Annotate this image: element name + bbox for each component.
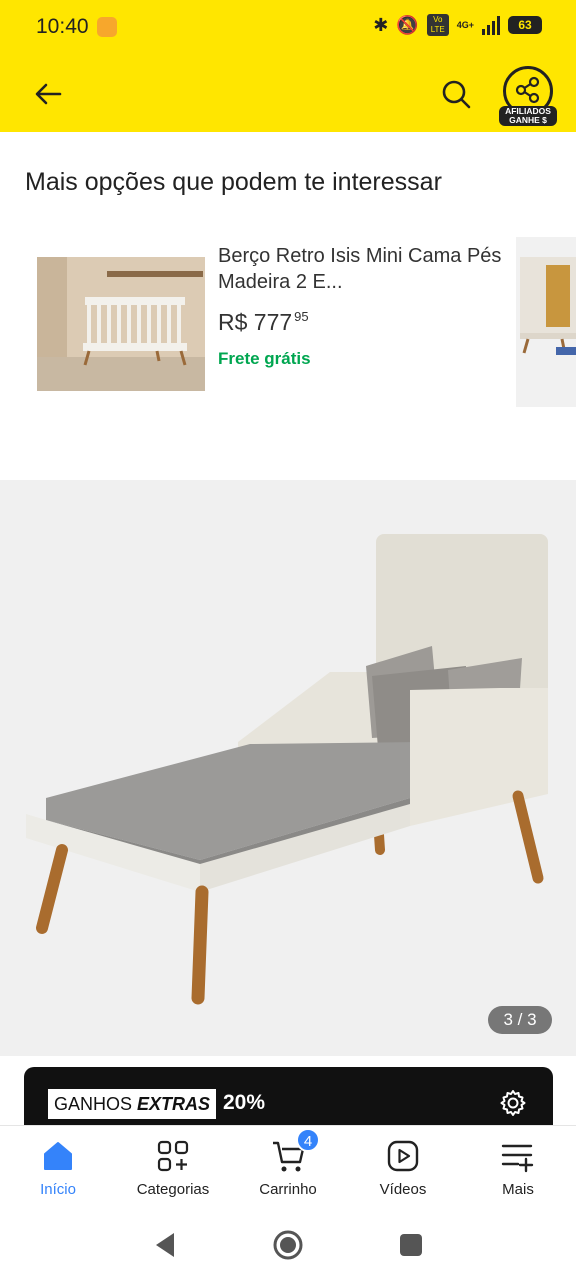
signal-icon — [482, 15, 500, 35]
crib-image — [37, 257, 205, 391]
system-recents-icon[interactable] — [398, 1232, 424, 1258]
volte-icon: Vo LTE — [426, 14, 449, 36]
price-currency: R$ — [218, 309, 248, 335]
image-counter: 3 / 3 — [488, 1006, 552, 1034]
nav-label-carrinho: Carrinho — [259, 1181, 317, 1198]
cart-badge: 4 — [296, 1128, 320, 1152]
nav-item-mais[interactable]: Mais — [468, 1126, 568, 1211]
product-price: R$ 777 95 — [218, 309, 309, 336]
system-home-icon[interactable] — [271, 1228, 305, 1262]
free-shipping-label: Frete grátis — [218, 349, 311, 368]
nav-item-carrinho[interactable]: 4 Carrinho — [238, 1126, 338, 1211]
next-product-thumbnail — [520, 257, 576, 355]
status-icons: ✱ 🔕 Vo LTE 4G+ 63 — [373, 14, 542, 36]
affiliate-label: AFILIADOS GANHE $ — [499, 106, 557, 126]
grid-plus-icon — [157, 1140, 189, 1172]
battery-icon: 63 — [508, 16, 542, 34]
system-navigation-bar — [0, 1210, 576, 1280]
status-bar: 10:40 ✱ 🔕 Vo LTE 4G+ 63 — [0, 0, 576, 54]
nav-label-categorias: Categorias — [136, 1181, 210, 1198]
recommendation-card[interactable]: Berço Retro Isis Mini Cama Pés Madeira 2… — [37, 239, 517, 409]
nav-label-mais: Mais — [502, 1181, 534, 1198]
price-integer: 777 — [253, 309, 293, 335]
promo-tag-prefix: GANHOS — [54, 1094, 133, 1114]
search-icon — [442, 80, 471, 109]
search-button[interactable] — [438, 76, 474, 112]
arrow-left-icon — [35, 83, 62, 105]
promo-banner[interactable]: GANHOS EXTRAS 20% — [24, 1067, 553, 1125]
promo-tag: GANHOS EXTRAS — [48, 1089, 217, 1119]
screen: 10:40 ✱ 🔕 Vo LTE 4G+ 63 AFILIADOS GANHE … — [0, 0, 576, 1280]
system-back-icon[interactable] — [150, 1230, 180, 1260]
gear-icon — [500, 1090, 526, 1116]
play-icon — [387, 1140, 419, 1172]
product-image — [26, 534, 548, 1005]
silent-icon: 🔕 — [396, 14, 419, 35]
affiliate-label-line2: GANHE $ — [509, 115, 547, 125]
nav-item-categorias[interactable]: Categorias — [123, 1126, 223, 1211]
product-title: Berço Retro Isis Mini Cama Pés Madeira 2… — [218, 245, 502, 293]
affiliate-button[interactable]: AFILIADOS GANHE $ — [499, 66, 557, 128]
nav-item-inicio[interactable]: Início — [8, 1126, 108, 1211]
menu-plus-icon — [501, 1144, 534, 1173]
nav-item-videos[interactable]: Vídeos — [353, 1126, 453, 1211]
app-bar: AFILIADOS GANHE $ — [0, 54, 576, 132]
nav-label-videos: Vídeos — [379, 1181, 427, 1198]
product-thumbnail — [37, 257, 205, 391]
next-recommendation-card[interactable] — [516, 237, 576, 407]
home-icon — [44, 1142, 72, 1170]
network-type: 4G+ — [456, 20, 474, 30]
nav-label-inicio: Início — [40, 1181, 76, 1198]
status-time: 10:40 — [36, 15, 89, 38]
back-button[interactable] — [30, 78, 66, 110]
notification-app-icon — [97, 17, 117, 37]
price-cents: 95 — [294, 309, 309, 324]
bluetooth-icon: ✱ — [373, 14, 389, 35]
product-image-gallery[interactable]: 3 / 3 — [0, 480, 576, 1056]
promo-percent: 20% — [223, 1091, 266, 1114]
promo-tag-emphasis: EXTRAS — [137, 1094, 211, 1114]
section-title: Mais opções que podem te interessar — [25, 168, 442, 196]
bottom-navigation: Início Categorias 4 Carrinho Vídeos Mais — [0, 1125, 576, 1210]
promo-settings-button[interactable] — [499, 1089, 527, 1117]
